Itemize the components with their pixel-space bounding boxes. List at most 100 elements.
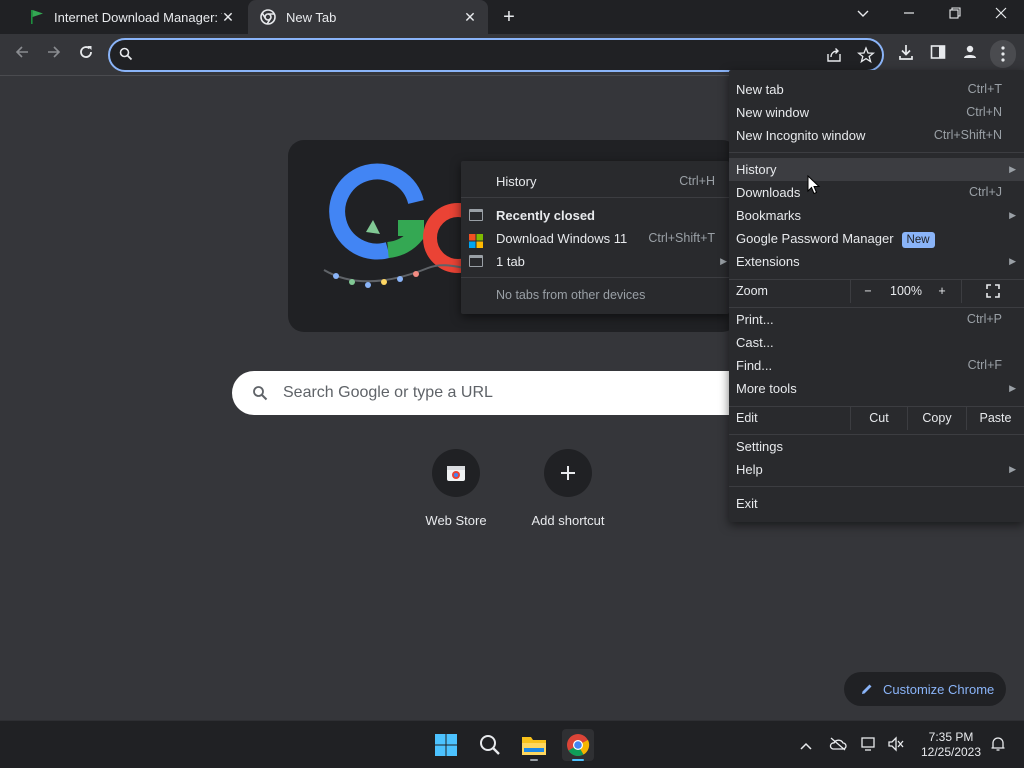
zoom-in-button[interactable]: +: [927, 280, 957, 303]
menu-item-bookmarks[interactable]: Bookmarks ▶: [729, 204, 1024, 227]
clock-time: 7:35 PM: [928, 730, 974, 744]
shortcut-text: Ctrl+Shift+N: [933, 128, 1002, 142]
close-window-icon[interactable]: [978, 0, 1024, 30]
edit-row: Edit Cut Copy Paste: [729, 407, 1024, 430]
submenu-arrow-icon: ▶: [1009, 164, 1016, 174]
menu-item-cast[interactable]: Cast...: [729, 331, 1024, 354]
zoom-out-button[interactable]: −: [851, 280, 885, 303]
bookmark-star-icon[interactable]: [856, 46, 876, 67]
menu-item-help[interactable]: Help ▶: [729, 458, 1024, 481]
taskbar-clock[interactable]: 7:35 PM 12/25/2023: [916, 730, 986, 760]
mouse-cursor-icon: [807, 174, 821, 195]
side-panel-icon[interactable]: [926, 43, 950, 67]
submenu-item-history[interactable]: History Ctrl+H: [461, 170, 729, 193]
submenu-item-label: Download Windows 11: [496, 231, 628, 246]
volume-muted-icon[interactable]: [886, 736, 906, 756]
submenu-arrow-icon: ▶: [1009, 256, 1016, 266]
shortcut-text: Ctrl+T: [967, 82, 1002, 96]
close-tab-icon[interactable]: ✕: [462, 9, 478, 25]
history-submenu: History Ctrl+H Recently closed Download …: [461, 161, 729, 314]
menu-item-label: Extensions: [736, 254, 800, 269]
chrome-taskbar-icon[interactable]: [562, 729, 594, 761]
menu-item-new-window[interactable]: New window Ctrl+N: [729, 101, 1024, 124]
fullscreen-icon[interactable]: [962, 280, 1024, 303]
divider: [729, 486, 1024, 487]
menu-item-label: New tab: [736, 82, 784, 97]
chrome-menu-button[interactable]: [990, 40, 1016, 68]
tab-new-tab[interactable]: New Tab ✕: [248, 0, 488, 34]
tab-search-chevron-icon[interactable]: [840, 0, 886, 30]
omnibox[interactable]: [108, 38, 884, 72]
submenu-item-download-windows[interactable]: Download Windows 11 Ctrl+Shift+T: [461, 227, 729, 250]
menu-item-settings[interactable]: Settings: [729, 435, 1024, 458]
back-button[interactable]: [10, 43, 34, 67]
no-tabs-label: No tabs from other devices: [496, 288, 646, 302]
submenu-item-one-tab[interactable]: 1 tab ▶: [461, 250, 729, 273]
cut-button[interactable]: Cut: [851, 407, 907, 430]
menu-item-label: Find...: [736, 358, 773, 373]
show-hidden-icons-chevron-icon[interactable]: [796, 736, 816, 756]
new-tab-button[interactable]: +: [498, 6, 520, 28]
submenu-arrow-icon: ▶: [1009, 464, 1016, 474]
reload-button[interactable]: [74, 43, 98, 67]
menu-item-label: New Incognito window: [736, 128, 866, 143]
tab-title: Internet Download Manager: The: [54, 9, 222, 25]
pencil-icon: [860, 682, 874, 696]
shortcut-text: Ctrl+H: [679, 174, 715, 188]
menu-item-history[interactable]: History ▶: [729, 158, 1024, 181]
menu-item-print[interactable]: Print... Ctrl+P: [729, 308, 1024, 331]
ntp-search-placeholder: Search Google or type a URL: [283, 384, 493, 401]
restore-icon[interactable]: [932, 0, 978, 30]
close-tab-icon[interactable]: ✕: [220, 9, 236, 25]
paste-button[interactable]: Paste: [967, 407, 1024, 430]
menu-item-label: Print...: [736, 312, 774, 327]
file-explorer-icon[interactable]: [518, 729, 550, 761]
divider: [729, 152, 1024, 153]
menu-item-extensions[interactable]: Extensions ▶: [729, 250, 1024, 273]
menu-item-find[interactable]: Find... Ctrl+F: [729, 354, 1024, 377]
menu-item-new-tab[interactable]: New tab Ctrl+T: [729, 78, 1024, 101]
network-icon[interactable]: [860, 736, 880, 756]
shortcut-web-store[interactable]: Web Store: [400, 449, 512, 528]
submenu-item-label: History: [496, 174, 537, 189]
minimize-icon[interactable]: [886, 0, 932, 30]
running-indicator: [530, 759, 538, 761]
shortcut-text: Ctrl+Shift+T: [648, 231, 715, 245]
submenu-arrow-icon: ▶: [1009, 210, 1016, 220]
menu-item-exit[interactable]: Exit: [729, 492, 1024, 515]
forward-button[interactable]: [42, 43, 66, 67]
taskbar: 7:35 PM 12/25/2023: [0, 720, 1024, 768]
menu-item-password-manager[interactable]: Google Password Manager New: [729, 227, 1024, 250]
chrome-icon: [260, 9, 276, 25]
menu-item-new-incognito[interactable]: New Incognito window Ctrl+Shift+N: [729, 124, 1024, 147]
menu-item-more-tools[interactable]: More tools ▶: [729, 377, 1024, 400]
onedrive-offline-icon[interactable]: [828, 736, 848, 756]
submenu-arrow-icon: ▶: [720, 256, 727, 266]
shortcut-label: Web Store: [425, 513, 487, 528]
webstore-icon: [432, 449, 480, 497]
omnibox-input[interactable]: [142, 44, 822, 66]
menu-item-label: Exit: [736, 496, 758, 511]
zoom-level: 100%: [890, 284, 922, 298]
windows-start-icon[interactable]: [430, 729, 462, 761]
tab-idm[interactable]: Internet Download Manager: The ✕: [8, 0, 246, 34]
edit-label: Edit: [736, 411, 758, 425]
menu-item-label: Settings: [736, 439, 783, 454]
downloads-icon[interactable]: [894, 43, 918, 67]
menu-item-downloads[interactable]: Downloads Ctrl+J: [729, 181, 1024, 204]
notification-bell-icon[interactable]: [988, 736, 1008, 756]
copy-button[interactable]: Copy: [908, 407, 966, 430]
shortcut-text: Ctrl+P: [966, 312, 1002, 326]
menu-item-label: Bookmarks: [736, 208, 802, 223]
clock-date: 12/25/2023: [920, 745, 982, 759]
menu-item-label: Cast...: [736, 335, 774, 350]
profile-avatar[interactable]: [958, 43, 982, 67]
shortcut-add[interactable]: Add shortcut: [512, 449, 624, 528]
customize-chrome-button[interactable]: Customize Chrome: [844, 672, 1006, 706]
taskbar-search-icon[interactable]: [474, 729, 506, 761]
share-icon[interactable]: [825, 46, 843, 67]
zoom-row: Zoom − 100% +: [729, 280, 1024, 303]
ntp-search-box[interactable]: Search Google or type a URL: [232, 371, 752, 415]
plus-icon: [544, 449, 592, 497]
shortcut-text: Ctrl+J: [969, 185, 1002, 199]
